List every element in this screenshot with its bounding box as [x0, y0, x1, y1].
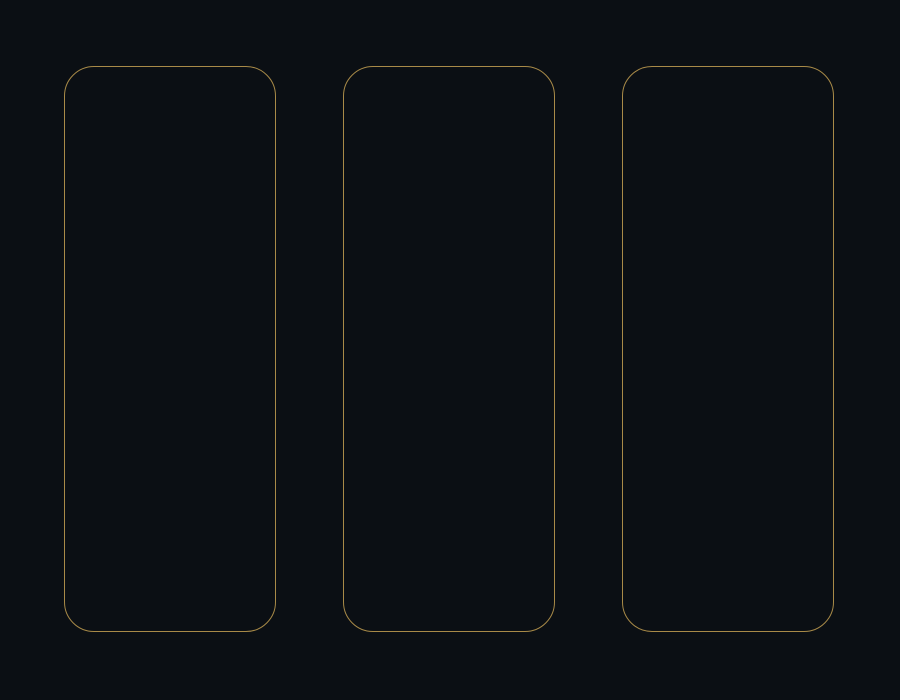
panel-right [622, 66, 834, 632]
panel-middle [343, 66, 555, 632]
canvas [0, 0, 900, 700]
panel-left [64, 66, 276, 632]
